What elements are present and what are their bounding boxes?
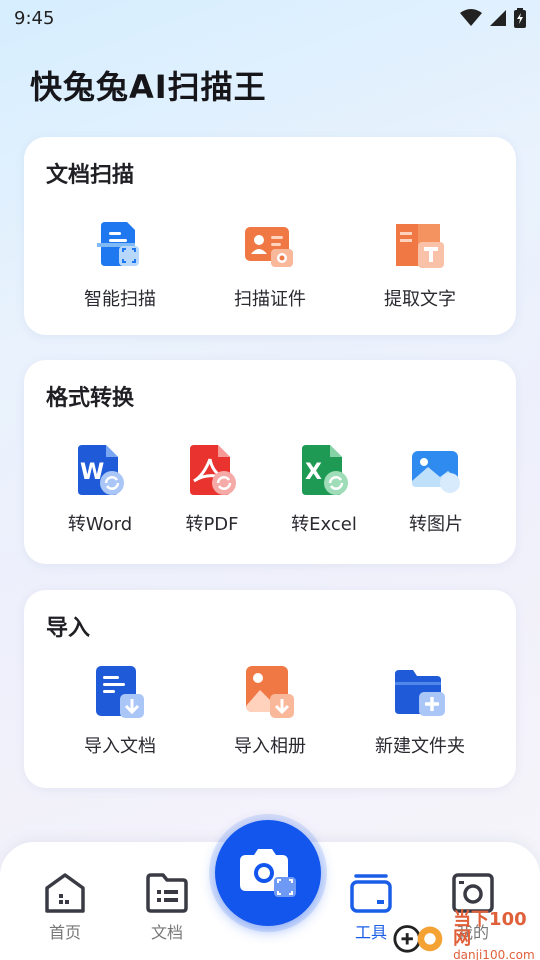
tab-home-label: 首页 — [48, 923, 81, 942]
to-word-label: 转Word — [67, 514, 133, 535]
new-folder-button[interactable]: 新建文件夹 — [370, 666, 470, 758]
smart-scan-icon — [91, 219, 149, 273]
watermark-sub: danji100.com — [453, 947, 535, 960]
convert-card: 格式转换 W 转Word 转PDF X 转Excel 转图片 — [24, 360, 516, 564]
convert-card-title: 格式转换 — [46, 386, 135, 411]
battery-icon — [514, 8, 526, 28]
import-album-button[interactable]: 导入相册 — [220, 666, 320, 758]
to-excel-button[interactable]: X 转Excel — [274, 444, 374, 536]
watermark: 当下100网 danji100.com — [392, 908, 540, 960]
scan-id-label: 扫描证件 — [234, 289, 306, 310]
scan-id-button[interactable]: 扫描证件 — [220, 219, 320, 311]
to-excel-label: 转Excel — [291, 514, 357, 535]
scan-card: 文档扫描 智能扫描 扫描证件 提取文字 — [24, 137, 516, 335]
tab-tools-label: 工具 — [354, 923, 387, 942]
import-album-label: 导入相册 — [234, 736, 306, 757]
tab-documents[interactable]: 文档 — [127, 872, 207, 943]
app-title: 快兔兔AI扫描王 — [30, 68, 267, 106]
smart-scan-button[interactable]: 智能扫描 — [70, 219, 170, 311]
extract-text-button[interactable]: 提取文字 — [370, 219, 470, 311]
book-text-icon — [391, 219, 449, 273]
extract-text-label: 提取文字 — [384, 289, 456, 310]
documents-icon — [146, 873, 188, 913]
pdf-icon — [183, 444, 241, 498]
image-icon — [407, 444, 465, 498]
new-folder-label: 新建文件夹 — [375, 736, 465, 757]
tab-home[interactable]: 首页 — [25, 872, 105, 943]
profile-icon — [452, 873, 494, 913]
status-icons — [460, 8, 526, 28]
word-icon: W — [71, 444, 129, 498]
to-image-label: 转图片 — [409, 514, 463, 535]
new-folder-icon — [391, 666, 449, 720]
smart-scan-label: 智能扫描 — [84, 289, 156, 310]
excel-icon: X — [295, 444, 353, 498]
import-card: 导入 导入文档 导入相册 新建文件夹 — [24, 590, 516, 788]
to-pdf-label: 转PDF — [185, 514, 239, 535]
to-pdf-button[interactable]: 转PDF — [162, 444, 262, 536]
import-document-button[interactable]: 导入文档 — [70, 666, 170, 758]
import-document-label: 导入文档 — [84, 736, 156, 757]
import-album-icon — [241, 666, 299, 720]
home-icon — [45, 873, 85, 913]
watermark-main: 当下100网 — [453, 908, 527, 949]
signal-icon — [490, 10, 506, 26]
svg-text:X: X — [305, 460, 322, 485]
id-card-icon — [241, 219, 299, 273]
camera-scan-button[interactable] — [215, 820, 321, 926]
tab-documents-label: 文档 — [150, 923, 183, 942]
watermark-logo — [393, 925, 443, 953]
tools-icon — [350, 874, 392, 913]
import-doc-icon — [91, 666, 149, 720]
wifi-icon — [460, 9, 482, 26]
scan-card-title: 文档扫描 — [46, 163, 135, 188]
import-card-title: 导入 — [46, 616, 91, 641]
status-time: 9:45 — [14, 7, 55, 29]
camera-icon — [240, 849, 296, 897]
to-word-button[interactable]: W 转Word — [50, 444, 150, 536]
status-bar: 9:45 — [0, 0, 540, 36]
to-image-button[interactable]: 转图片 — [386, 444, 486, 536]
